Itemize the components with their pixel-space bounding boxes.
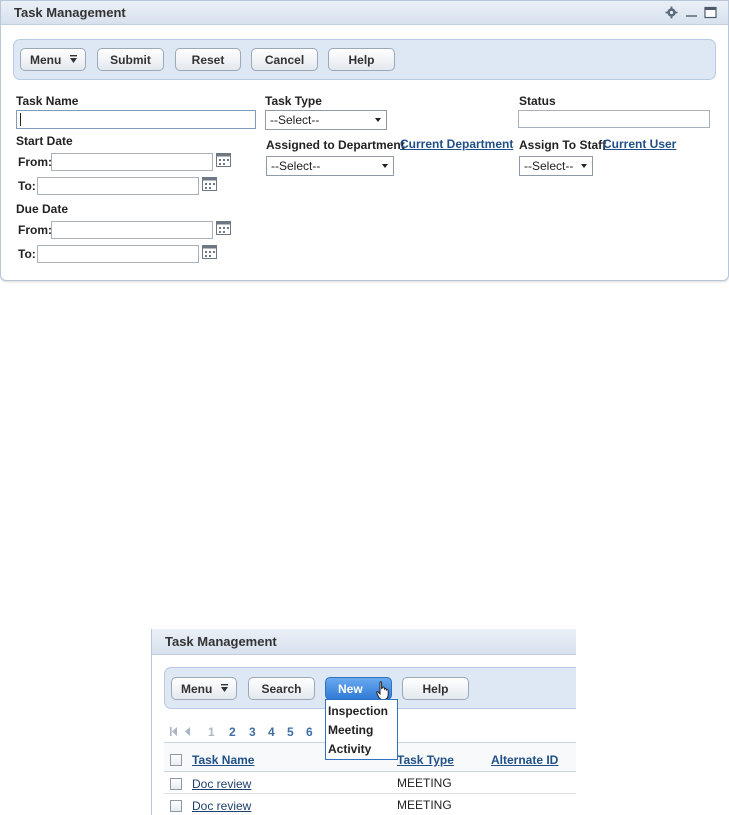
task-management-list-panel: Task Management Menu Search New Help Ins… xyxy=(151,629,576,815)
pager-page-1[interactable]: 1 xyxy=(208,725,215,739)
pager-first-prev-icon[interactable] xyxy=(170,726,192,737)
help-button[interactable]: Help xyxy=(402,677,469,700)
assign-to-staff-label: Assign To Staff xyxy=(519,138,607,152)
minimize-icon[interactable] xyxy=(685,6,698,19)
department-select[interactable]: --Select-- xyxy=(266,156,394,176)
menu-button-label: Menu xyxy=(181,681,213,696)
action-toolbar: Menu Submit Reset Cancel Help xyxy=(13,39,716,80)
staff-selected: --Select-- xyxy=(524,159,574,173)
reset-button[interactable]: Reset xyxy=(175,48,241,71)
task-type-cell: MEETING xyxy=(397,776,452,790)
help-button[interactable]: Help xyxy=(328,48,395,71)
pager-page-6[interactable]: 6 xyxy=(306,725,313,739)
department-selected: --Select-- xyxy=(271,159,321,173)
task-type-selected: --Select-- xyxy=(270,113,320,127)
new-button[interactable]: New xyxy=(325,677,392,700)
column-header-task-type[interactable]: Task Type xyxy=(397,753,454,767)
panel-title: Task Management xyxy=(165,634,277,649)
start-date-to-label: To: xyxy=(18,179,36,193)
help-button-label: Help xyxy=(422,681,449,696)
pager-page-5[interactable]: 5 xyxy=(287,725,294,739)
due-date-from-label: From: xyxy=(18,223,52,237)
task-name-link[interactable]: Doc review xyxy=(192,799,251,813)
menu-dropdown-icon xyxy=(70,55,77,63)
panel-title-bar: Task Management xyxy=(152,629,576,655)
chevron-down-icon xyxy=(375,118,381,122)
cancel-button-label: Cancel xyxy=(264,52,305,67)
task-name-input[interactable] xyxy=(16,110,256,129)
current-department-link[interactable]: Current Department xyxy=(400,137,513,151)
calendar-icon[interactable] xyxy=(216,221,231,235)
select-all-checkbox[interactable] xyxy=(170,754,182,766)
current-user-link[interactable]: Current User xyxy=(603,137,676,151)
text-cursor xyxy=(20,113,21,126)
pager-page-2[interactable]: 2 xyxy=(229,725,236,739)
task-name-label: Task Name xyxy=(16,94,79,108)
row-checkbox[interactable] xyxy=(170,800,182,812)
menu-item-meeting[interactable]: Meeting xyxy=(328,723,373,737)
table-row: Doc review MEETING xyxy=(164,772,576,794)
task-type-label: Task Type xyxy=(265,94,322,108)
calendar-icon[interactable] xyxy=(216,153,231,167)
chevron-down-icon xyxy=(382,164,388,168)
menu-dropdown-icon xyxy=(221,684,228,692)
table-row: Doc review MEETING xyxy=(164,794,576,815)
pager-page-3[interactable]: 3 xyxy=(249,725,256,739)
help-button-label: Help xyxy=(348,52,375,67)
start-date-from-label: From: xyxy=(18,155,52,169)
start-date-to-input[interactable] xyxy=(37,177,199,195)
status-input[interactable] xyxy=(518,110,710,128)
assigned-department-label: Assigned to Department xyxy=(266,138,405,152)
menu-button[interactable]: Menu xyxy=(171,677,237,700)
due-date-to-input[interactable] xyxy=(37,245,199,263)
column-header-task-name[interactable]: Task Name xyxy=(192,753,254,767)
menu-button-label: Menu xyxy=(30,52,62,67)
start-date-label: Start Date xyxy=(16,134,73,148)
task-type-cell: MEETING xyxy=(397,798,452,812)
reset-button-label: Reset xyxy=(191,52,225,67)
start-date-from-input[interactable] xyxy=(51,153,213,171)
task-name-link[interactable]: Doc review xyxy=(192,777,251,791)
due-date-to-label: To: xyxy=(18,247,36,261)
maximize-icon[interactable] xyxy=(704,6,717,19)
due-date-from-input[interactable] xyxy=(51,221,213,239)
due-date-label: Due Date xyxy=(16,202,69,216)
calendar-icon[interactable] xyxy=(202,245,217,259)
calendar-icon[interactable] xyxy=(202,177,217,191)
search-button-label: Search xyxy=(261,681,302,696)
submit-button[interactable]: Submit xyxy=(97,48,164,71)
panel-title-bar: Task Management xyxy=(1,1,728,25)
submit-button-label: Submit xyxy=(110,52,151,67)
cancel-button[interactable]: Cancel xyxy=(251,48,318,71)
new-dropdown-menu: Inspection Meeting Activity xyxy=(325,699,398,760)
staff-select[interactable]: --Select-- xyxy=(519,156,593,176)
hand-cursor-icon xyxy=(376,681,389,700)
settings-icon[interactable] xyxy=(665,6,678,19)
status-label: Status xyxy=(519,94,556,108)
task-type-select[interactable]: --Select-- xyxy=(265,110,387,130)
new-button-label: New xyxy=(338,681,363,696)
menu-button[interactable]: Menu xyxy=(20,48,86,71)
task-management-panel: Task Management Menu Submit Reset Cancel… xyxy=(0,0,729,281)
search-button[interactable]: Search xyxy=(248,677,315,700)
menu-item-inspection[interactable]: Inspection xyxy=(328,704,388,718)
pager-page-4[interactable]: 4 xyxy=(268,725,275,739)
column-header-alternate-id[interactable]: Alternate ID xyxy=(491,753,558,767)
chevron-down-icon xyxy=(581,164,587,168)
row-checkbox[interactable] xyxy=(170,778,182,790)
menu-item-activity[interactable]: Activity xyxy=(328,742,371,756)
panel-title: Task Management xyxy=(14,5,126,20)
